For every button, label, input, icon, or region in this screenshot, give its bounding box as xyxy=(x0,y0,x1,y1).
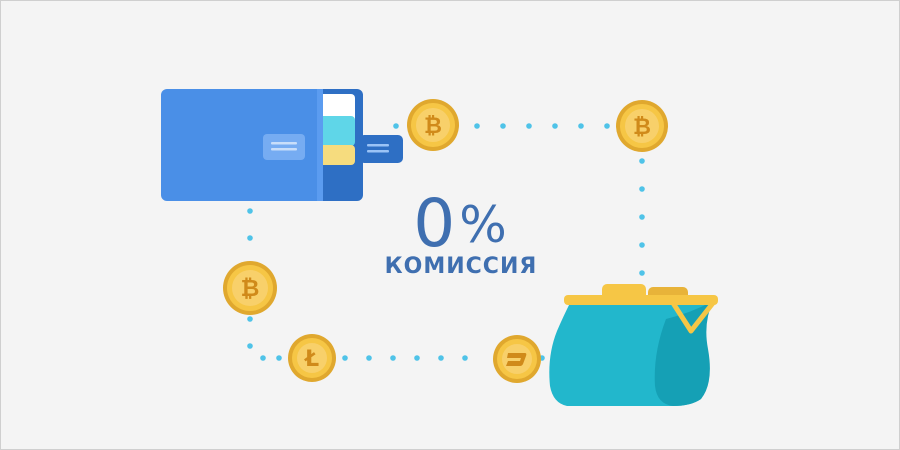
svg-text:₿: ₿ xyxy=(424,114,442,139)
svg-text:₿: ₿ xyxy=(633,115,651,140)
illustration: ₿ ₿ ₿ Ł 0% КОМИССИЯ xyxy=(0,0,900,450)
fee-percentage: 0% xyxy=(361,187,561,262)
dash-coin-icon xyxy=(493,335,541,383)
purse-icon xyxy=(549,284,718,406)
bitcoin-coin-icon: ₿ xyxy=(407,99,459,151)
percent-symbol: % xyxy=(459,196,509,254)
svg-text:₿: ₿ xyxy=(241,276,260,302)
svg-text:Ł: Ł xyxy=(304,347,319,372)
fee-label: КОМИССИЯ xyxy=(384,254,538,279)
bitcoin-coin-icon: ₿ xyxy=(616,100,668,152)
litecoin-coin-icon: Ł xyxy=(288,334,336,382)
bitcoin-coin-icon: ₿ xyxy=(223,261,277,315)
fee-caption: 0% КОМИССИЯ xyxy=(361,187,561,280)
wallet-icon xyxy=(161,89,403,201)
fee-value: 0 xyxy=(413,185,458,262)
